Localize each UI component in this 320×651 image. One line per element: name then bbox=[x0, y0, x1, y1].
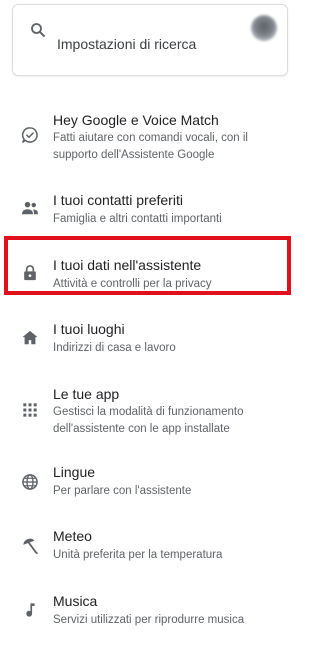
settings-item-title: Meteo bbox=[53, 528, 92, 544]
voice-match-icon bbox=[20, 125, 40, 145]
people-icon bbox=[20, 198, 40, 218]
lock-icon bbox=[20, 263, 40, 283]
globe-icon bbox=[20, 472, 40, 492]
settings-item-contacts[interactable]: I tuoi contatti preferiti Famiglia e alt… bbox=[0, 188, 300, 248]
settings-item-subtitle: Famiglia e altri contatti importanti bbox=[53, 213, 222, 225]
settings-item-subtitle: Indirizzi di casa e lavoro bbox=[53, 342, 176, 354]
settings-item-subtitle: Per parlare con l'assistente bbox=[53, 485, 192, 497]
settings-item-subtitle: Fatti aiutare con comandi vocali, con il… bbox=[53, 132, 248, 161]
settings-item-voice-match[interactable]: Hey Google e Voice Match Fatti aiutare c… bbox=[0, 110, 300, 170]
search-settings-box[interactable]: Impostazioni di ricerca bbox=[12, 4, 288, 76]
settings-item-title: Lingue bbox=[53, 464, 96, 480]
search-icon bbox=[29, 21, 47, 39]
settings-item-languages[interactable]: Lingue Per parlare con l'assistente bbox=[0, 463, 300, 523]
settings-item-weather[interactable]: Meteo Unità preferita per la temperatura bbox=[0, 527, 300, 587]
home-icon bbox=[20, 328, 40, 348]
settings-item-title: Le tue app bbox=[53, 386, 120, 402]
settings-item-places[interactable]: I tuoi luoghi Indirizzi di casa e lavoro bbox=[0, 318, 300, 378]
settings-item-title: I tuoi contatti preferiti bbox=[53, 192, 183, 208]
search-settings-label: Impostazioni di ricerca bbox=[57, 36, 197, 52]
music-note-icon bbox=[20, 600, 40, 620]
settings-item-apps[interactable]: Le tue app Gestisci la modalità di funzi… bbox=[0, 386, 300, 446]
settings-item-music[interactable]: Musica Servizi utilizzati per riprodurre… bbox=[0, 591, 300, 651]
settings-item-subtitle: Unità preferita per la temperatura bbox=[53, 549, 223, 561]
weather-icon bbox=[20, 536, 40, 556]
settings-item-title: Hey Google e Voice Match bbox=[53, 112, 219, 128]
apps-grid-icon bbox=[20, 400, 40, 420]
settings-item-subtitle: Attività e controlli per la privacy bbox=[53, 278, 212, 290]
settings-item-title: I tuoi dati nell'assistente bbox=[53, 257, 202, 273]
avatar[interactable] bbox=[251, 15, 277, 41]
settings-item-title: I tuoi luoghi bbox=[53, 321, 125, 337]
settings-item-title: Musica bbox=[53, 593, 98, 609]
settings-item-assistant-data[interactable]: I tuoi dati nell'assistente Attività e c… bbox=[0, 253, 300, 313]
settings-item-subtitle: Servizi utilizzati per riprodurre musica bbox=[53, 614, 245, 626]
settings-item-subtitle: Gestisci la modalità di funzionamento de… bbox=[53, 406, 244, 435]
